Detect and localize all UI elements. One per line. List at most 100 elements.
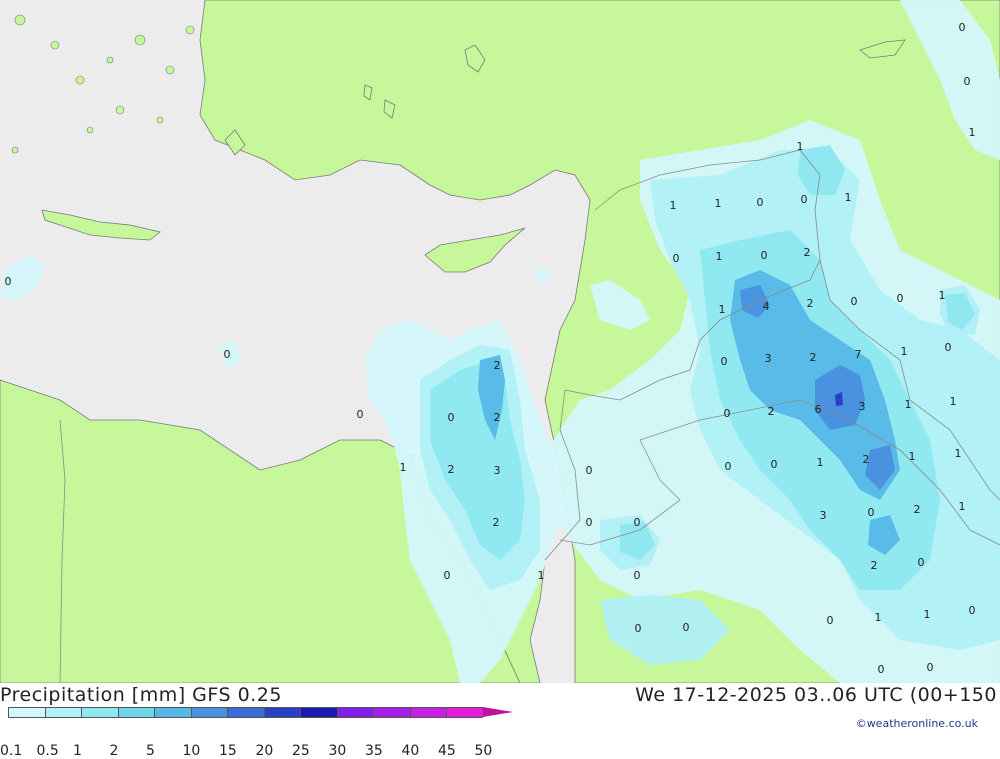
precipitation-map: 0 0 1 0 0 2 2 1 2 3 2 0 0 0 0 0 0 1 1 1 1 0 0 1 0 1 0 2 1 4 2 0 0 1 0 3 2 7 1 0…: [0, 0, 1000, 684]
legend-label: 2: [109, 743, 119, 759]
precip-value-label: 0: [448, 411, 455, 424]
legend-swatch: [8, 707, 45, 718]
legend-label: 30: [328, 743, 347, 759]
precip-value-label: 0: [959, 21, 966, 34]
legend-label: 15: [219, 743, 237, 759]
precip-value-label: 2: [804, 246, 811, 259]
precip-value-label: 0: [969, 604, 976, 617]
precip-value-label: 6: [815, 403, 822, 416]
precip-value-label: 0: [725, 460, 732, 473]
precip-value-label: 0: [964, 75, 971, 88]
precip-value-label: 0: [586, 464, 593, 477]
precip-value-label: 0: [868, 506, 875, 519]
map-title: Precipitation [mm] GFS 0.25: [0, 684, 282, 706]
precip-value-label: 0: [444, 569, 451, 582]
precip-value-label: 2: [807, 297, 814, 310]
precip-value-label: 1: [845, 191, 852, 204]
precip-value-label: 0: [721, 355, 728, 368]
precip-value-label: 3: [859, 400, 866, 413]
precip-value-label: 1: [959, 500, 966, 513]
legend-swatch: [227, 707, 264, 718]
legend-swatch: [373, 707, 410, 718]
precip-value-label: 0: [635, 622, 642, 635]
precip-value-label: 0: [801, 193, 808, 206]
precip-value-label: 2: [493, 516, 500, 529]
legend-label: 10: [182, 743, 201, 759]
precip-value-label: 0: [724, 407, 731, 420]
precip-value-label: 3: [765, 352, 772, 365]
map-canvas: 0 0 1 0 0 2 2 1 2 3 2 0 0 0 0 0 0 1 1 1 1 0 0 1 0 1 0 2 1 4 2 0 0 1 0 3 2 7 1 0…: [0, 0, 1000, 684]
precip-value-label: 0: [683, 621, 690, 634]
precip-value-label: 2: [810, 351, 817, 364]
precip-value-label: 0: [357, 408, 364, 421]
precip-value-label: 0: [927, 661, 934, 674]
precip-value-label: 2: [863, 453, 870, 466]
credit-link[interactable]: ©weatheronline.co.uk: [856, 717, 978, 730]
precip-value-label: 1: [909, 450, 916, 463]
legend-label: 5: [146, 743, 155, 759]
legend-swatch: [263, 707, 301, 718]
precip-value-label: 0: [851, 295, 858, 308]
precip-value-label: 2: [494, 411, 501, 424]
precip-value-label: 3: [820, 509, 827, 522]
legend-label: 20: [255, 743, 274, 759]
precip-value-label: 1: [875, 611, 882, 624]
precip-value-label: 0: [586, 516, 593, 529]
precip-value-label: 0: [897, 292, 904, 305]
legend-swatch: [44, 707, 82, 718]
legend-swatch: [154, 707, 191, 718]
precip-value-label: 0: [945, 341, 952, 354]
precip-value-label: 0: [634, 516, 641, 529]
precip-value-label: 0: [224, 348, 231, 361]
precip-value-label: 2: [914, 503, 921, 516]
precip-value-label: 1: [905, 398, 912, 411]
legend-swatch: [409, 707, 447, 718]
precip-value-label: 4: [763, 300, 770, 313]
precip-value-label: 2: [448, 463, 455, 476]
precip-value-label: 1: [969, 126, 976, 139]
legend-arrow-tip: [482, 707, 513, 717]
precip-value-label: 1: [400, 461, 407, 474]
precip-value-label: 1: [955, 447, 962, 460]
legend-swatch: [81, 707, 118, 718]
legend-label: 1: [73, 743, 82, 759]
legend-swatch: [446, 707, 483, 718]
legend-label: 50: [474, 743, 493, 759]
footer: Precipitation [mm] GFS 0.25 We 17-12-202…: [0, 683, 1000, 759]
precip-value-label: 2: [768, 405, 775, 418]
precip-value-label: 1: [901, 345, 908, 358]
legend-label: 35: [365, 743, 383, 759]
legend-label: 45: [438, 743, 456, 759]
precip-value-label: 1: [817, 456, 824, 469]
precip-value-label: 0: [878, 663, 885, 676]
precip-value-label: 0: [673, 252, 680, 265]
legend-label: 40: [401, 743, 420, 759]
precip-value-label: 7: [855, 348, 862, 361]
legend-label: 25: [292, 743, 310, 759]
precip-value-label: 1: [950, 395, 957, 408]
precip-value-label: 3: [494, 464, 501, 477]
precip-value-label: 1: [924, 608, 931, 621]
precip-value-label: 0: [918, 556, 925, 569]
precip-value-label: 2: [871, 559, 878, 572]
legend-label: 0.1: [0, 743, 23, 759]
legend-label: 0.5: [36, 743, 59, 759]
legend-swatch: [336, 707, 374, 718]
precip-value-label: 0: [634, 569, 641, 582]
precip-value-label: 1: [715, 197, 722, 210]
precip-value-label: 0: [827, 614, 834, 627]
precip-value-label: 0: [761, 249, 768, 262]
precip-value-label: 0: [771, 458, 778, 471]
legend-swatch: [117, 707, 155, 718]
legend-swatch: [300, 707, 337, 718]
precip-value-label: 2: [494, 359, 501, 372]
precip-value-label: 0: [757, 196, 764, 209]
precip-value-label: 1: [797, 140, 804, 153]
precip-value-label: 0: [5, 275, 12, 288]
legend-swatch: [190, 707, 228, 718]
forecast-datetime: We 17-12-2025 03..06 UTC (00+150: [635, 684, 997, 706]
precip-value-label: 1: [719, 303, 726, 316]
precip-value-label: 1: [670, 199, 677, 212]
precip-value-label: 1: [939, 289, 946, 302]
precip-value-label: 1: [538, 569, 545, 582]
